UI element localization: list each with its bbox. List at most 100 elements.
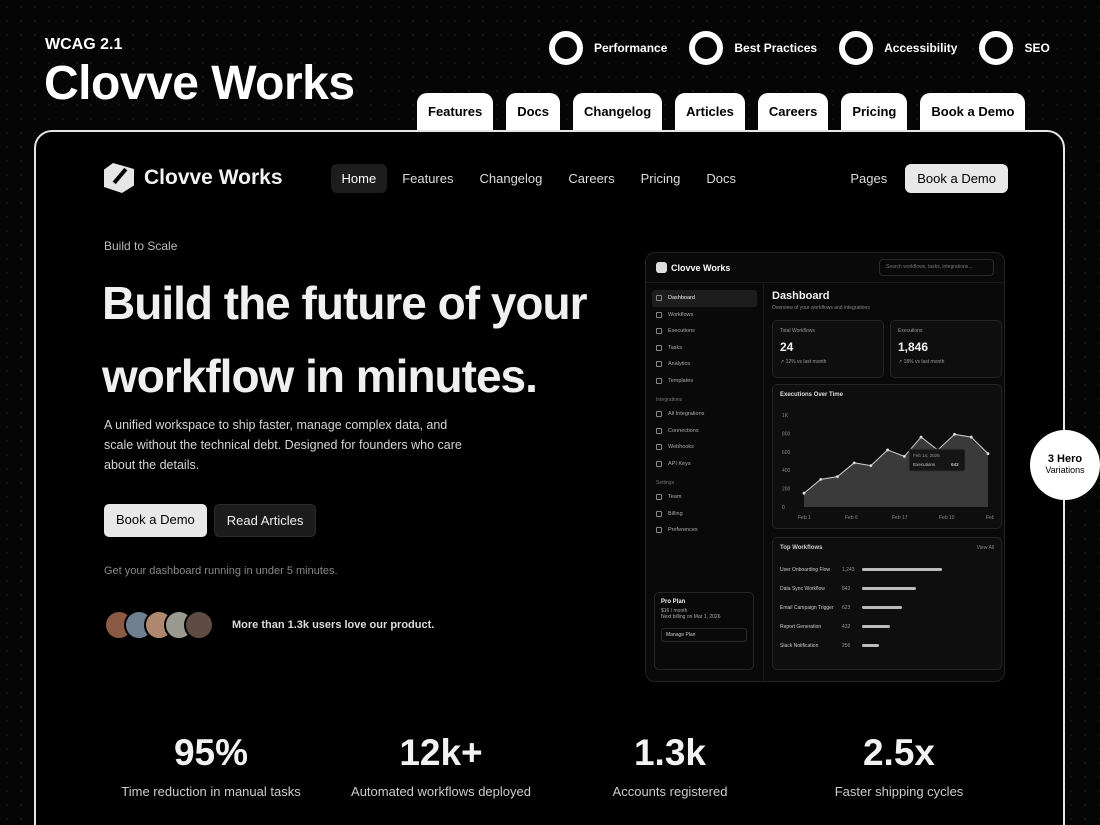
executions-chart: Executions Over Time 1K 800 600 400 200 0 Feb … [772,384,1002,529]
sidebar-item-dashboard[interactable]: Dashboard [652,290,757,307]
x-tick-label: Feb 1 [798,515,811,521]
nav-book-demo-button[interactable]: Book a Demo [905,163,1008,193]
metric-best-practices: Best Practices [689,31,817,65]
workflow-bar [862,568,942,571]
list-item[interactable]: User Onboarding Flow 1,243 [780,560,994,579]
card-label: Executions [898,328,923,334]
sidebar-item-preferences[interactable]: Preferences [652,522,757,539]
x-tick-label: Feb 10 [939,515,955,521]
list-item[interactable]: Email Campaign Trigger 623 [780,598,994,617]
workflow-count: 256 [842,642,851,649]
read-articles-button[interactable]: Read Articles [213,504,317,537]
users-icon [656,494,662,501]
book-demo-button[interactable]: Book a Demo [104,504,207,537]
workflow-bar [862,644,879,647]
data-point [902,455,906,458]
list-item[interactable]: Report Generation 432 [780,617,994,636]
key-icon [656,460,662,467]
nav-features[interactable]: Features [391,164,464,193]
logo-text: Clovve Works [144,166,283,189]
top-workflows-title: Top Workflows [780,545,823,551]
sidebar-item-api-keys[interactable]: API Keys [652,456,757,473]
site-logo[interactable]: Clovve Works [104,163,283,193]
sidebar-item-label: Executions [668,328,695,335]
dashboard-main: Dashboard Overview of your workflows and… [772,290,1002,670]
sidebar-item-webhooks[interactable]: Webhooks [652,439,757,456]
workflow-name: User Onboarding Flow [780,566,831,573]
chart-icon [656,361,662,368]
workflow-icon [656,311,662,318]
y-tick-label: 200 [782,487,791,493]
sidebar-item-label: Billing [668,510,683,517]
y-tick-label: 400 [782,468,791,474]
stat-label: Faster shipping cycles [834,784,964,799]
plan-name: Pro Plan [661,599,686,605]
area-chart: 1K 800 600 400 200 0 Feb 1 Feb 6 Feb 17 Feb 10 Feb… [782,413,994,521]
checklist-icon [656,344,662,351]
sidebar-item-billing[interactable]: Billing [652,506,757,523]
sidebar-item-label: Webhooks [668,444,694,451]
nav-home[interactable]: Home [330,163,388,193]
dashboard-search-input[interactable]: Search workflows, tasks, integrations... [879,259,994,276]
top-workflows-header: Top Workflows View All [780,545,994,551]
template-icon [656,377,662,384]
nav-docs[interactable]: Docs [695,164,747,193]
list-item[interactable]: Slack Notification 256 [780,636,994,655]
sidebar-item-label: All Integrations [668,411,705,418]
tab-features[interactable]: Features [417,93,494,131]
data-point [836,475,839,479]
tab-pricing[interactable]: Pricing [841,93,908,131]
site-nav: Clovve Works Home Features Changelog Car… [104,160,1008,196]
nav-changelog[interactable]: Changelog [469,164,554,193]
card-delta: ↗ 12% vs last month [780,359,827,365]
sidebar-item-workflows[interactable]: Workflows [652,307,757,324]
sidebar-item-label: Connections [668,427,699,434]
stat-shipping: 2.5x Faster shipping cycles [784,732,1014,799]
gear-icon [656,527,662,534]
card-value: 24 [780,340,794,354]
sidebar-item-label: Analytics [668,361,691,368]
sidebar-item-connections[interactable]: Connections [652,423,757,440]
manage-plan-button[interactable]: Manage Plan [661,628,747,642]
score-ring-icon [979,31,1014,65]
sidebar-item-team[interactable]: Team [652,489,757,506]
sidebar-item-executions[interactable]: Executions [652,323,757,340]
dashboard-topbar: Clovve Works Search workflows, tasks, in… [646,253,1004,283]
nav-pages[interactable]: Pages [850,171,887,186]
stat-time-reduction: 95% Time reduction in manual tasks [96,732,326,799]
tab-docs[interactable]: Docs [506,93,560,131]
tab-book-a-demo[interactable]: Book a Demo [920,93,1026,131]
tooltip-label: Executions [913,462,936,467]
stat-value: 1.3k [633,732,706,773]
play-icon [656,328,662,335]
nav-pricing[interactable]: Pricing [630,164,692,193]
tab-articles[interactable]: Articles [675,93,745,131]
workflow-name: Email Campaign Trigger [780,604,834,611]
top-workflows: Top Workflows View All User Onboarding F… [772,537,1002,670]
dashboard-brand: Clovve Works [671,262,731,273]
data-point [802,491,806,495]
workflow-name: Data Sync Workflow [780,585,825,592]
badge-label: Variations [1045,465,1085,475]
stat-value: 95% [173,732,249,773]
hero-headline: Build the future of your workflow in min… [102,277,588,402]
stat-label: Accounts registered [612,784,728,799]
wcag-label: WCAG 2.1 [45,36,123,53]
sidebar-item-tasks[interactable]: Tasks [652,340,757,357]
score-ring-icon [689,31,724,65]
workflow-count: 842 [842,585,851,592]
data-point [886,448,890,452]
sidebar-item-all-integrations[interactable]: All Integrations [652,406,757,423]
tab-careers[interactable]: Careers [757,93,829,131]
dashboard-sidebar: Dashboard Workflows Executions Tasks Ana… [646,284,764,681]
sidebar-item-templates[interactable]: Templates [652,373,757,390]
list-item[interactable]: Data Sync Workflow 842 [780,579,994,598]
card-delta: ↗ 18% vs last month [898,359,945,365]
nav-careers[interactable]: Careers [557,164,625,193]
hero-eyebrow: Build to Scale [104,239,178,253]
link-icon [656,427,662,434]
sidebar-item-analytics[interactable]: Analytics [652,356,757,373]
tab-changelog[interactable]: Changelog [573,93,663,131]
stat-card-executions: Executions 1,846 ↗ 18% vs last month [890,320,1002,378]
view-all-link[interactable]: View All [977,545,994,551]
